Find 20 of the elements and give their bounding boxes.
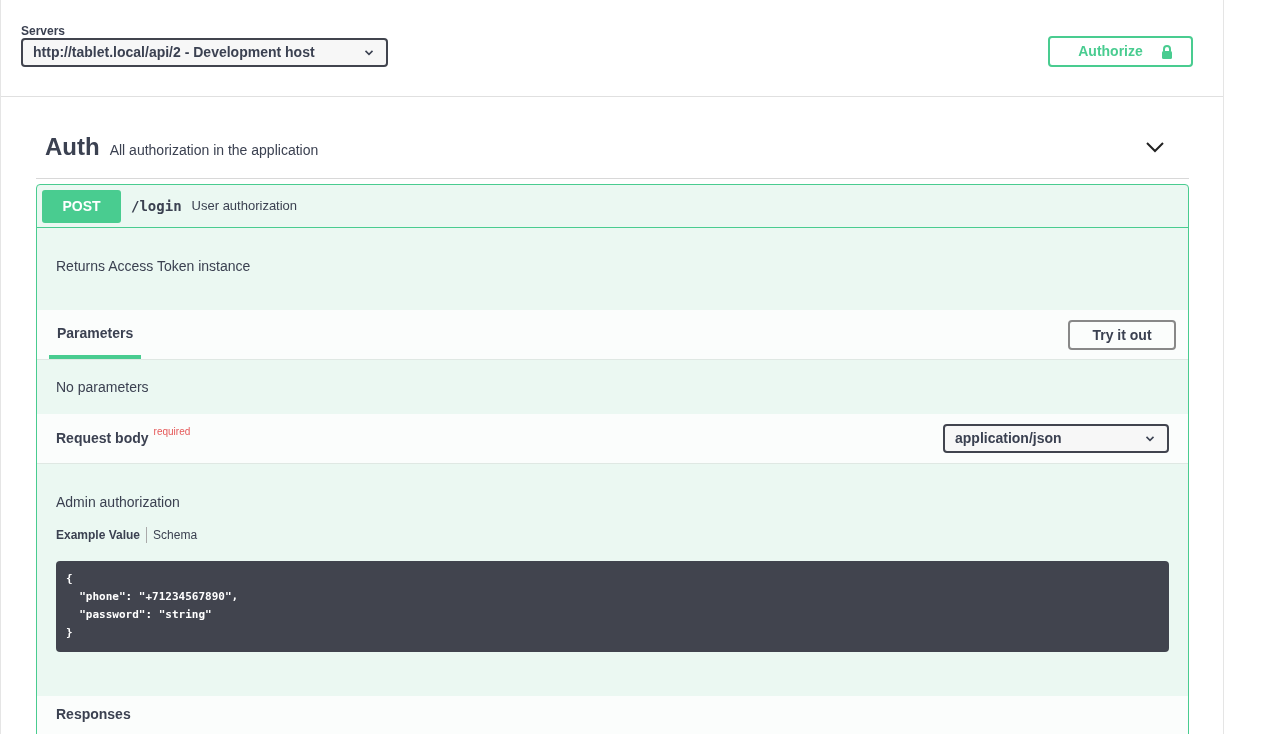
endpoint-path: /login: [131, 196, 182, 216]
example-tab[interactable]: Example Value: [56, 527, 147, 543]
try-it-out-button[interactable]: Try it out: [1068, 320, 1176, 350]
request-body-description: Admin authorization: [56, 493, 181, 512]
request-body-title: Request body: [56, 429, 149, 448]
endpoint-summary: User authorization: [191, 197, 298, 216]
endpoint-description: Returns Access Token instance: [56, 257, 251, 276]
chevron-icon[interactable]: [1145, 139, 1165, 154]
required-label: required: [153, 425, 191, 439]
method-badge: POST: [42, 189, 121, 223]
servers-label: Servers: [21, 25, 67, 38]
content-type-select[interactable]: application/json: [943, 424, 1169, 453]
code-block: { "phone": "+71234567890", "password": "string" }: [56, 561, 1169, 652]
tag-title: Auth: [45, 131, 100, 162]
responses-title: Responses: [56, 706, 131, 722]
tag-description: All authorization in the application: [109, 140, 319, 160]
example-tab[interactable]: Schema: [146, 527, 204, 543]
parameters-tab[interactable]: Parameters: [49, 312, 142, 359]
server-select[interactable]: http://tablet.local/api/2 - Development host: [21, 38, 388, 67]
no-parameters-text: No parameters: [56, 377, 149, 397]
